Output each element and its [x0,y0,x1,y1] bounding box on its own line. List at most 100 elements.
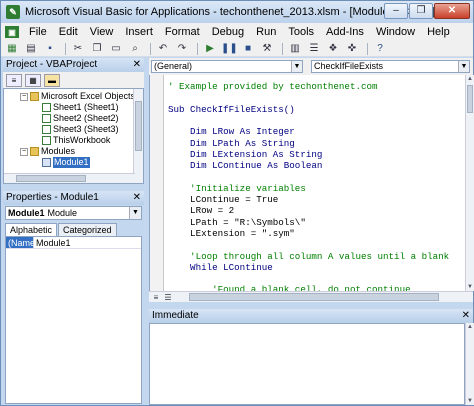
code-editor[interactable]: ' Example provided by techonthenet.com Su… [149,75,465,291]
tree-item-module1[interactable]: Module1 [42,157,90,168]
menu-window[interactable]: Window [370,26,421,38]
tab-alphabetic[interactable]: Alphabetic [5,223,58,236]
property-value[interactable]: Module1 [34,237,71,248]
find-icon[interactable]: ⌕ [127,42,143,56]
scroll-down-icon[interactable]: ▼ [466,284,474,290]
collapse-icon[interactable]: − [20,92,28,101]
code-line[interactable]: LExtension = ".sym" [168,228,295,239]
code-line[interactable]: LRow = 2 [168,205,234,216]
immediate-window[interactable] [149,323,465,405]
chevron-down-icon[interactable]: ▼ [291,61,302,72]
help-icon[interactable]: ? [372,42,388,56]
code-line[interactable]: Dim LPath As String [168,138,295,149]
chevron-down-icon[interactable]: ▼ [458,61,469,72]
close-button[interactable]: ✕ [434,3,470,19]
close-icon[interactable]: ✕ [133,191,141,205]
excel-view-icon[interactable]: ▦ [4,42,20,56]
insert-module-icon[interactable]: ▤ [23,42,39,56]
scroll-down-icon[interactable]: ▼ [466,398,474,404]
save-icon[interactable]: ▪ [42,42,58,56]
run-icon[interactable]: ▶ [202,42,218,56]
property-row[interactable]: (Name) Module1 [6,237,141,249]
procedure-view-icon[interactable]: ≡ [151,293,161,302]
project-title-text: Project - VBAProject [6,59,98,70]
scroll-up-icon[interactable]: ▲ [466,76,474,82]
tree-item-excel-objects[interactable]: − Microsoft Excel Objects [20,91,135,102]
copy-icon[interactable]: ❐ [89,42,105,56]
code-line[interactable]: LPath = "R:\Symbols\" [168,217,306,228]
menu-view[interactable]: View [84,26,120,38]
paste-icon[interactable]: ▭ [108,42,124,56]
project-tree[interactable]: − Microsoft Excel Objects Sheet1 (Sheet1… [3,88,144,184]
menu-format[interactable]: Format [159,26,206,38]
reset-icon[interactable]: ■ [240,42,256,56]
code-line[interactable]: Dim LContinue As Boolean [168,160,322,171]
chevron-down-icon[interactable]: ▼ [129,207,141,219]
full-module-view-icon[interactable]: ☰ [163,293,173,302]
code-line[interactable]: 'Initialize variables [168,183,306,194]
scroll-thumb[interactable] [16,175,86,182]
close-icon[interactable]: ✕ [462,309,470,323]
minimize-button[interactable]: – [384,3,408,19]
code-line[interactable]: 'Found a blank cell, do not continue [168,284,411,291]
immediate-pane-title: Immediate ✕ [149,309,473,323]
tree-item-sheet2[interactable]: Sheet2 (Sheet2) [42,113,119,124]
tab-categorized[interactable]: Categorized [58,223,117,236]
project-horizontal-scrollbar[interactable] [4,173,135,183]
menu-add-ins[interactable]: Add-Ins [320,26,370,38]
code-window-header: (General) ▼ CheckIfFileExists ▼ [149,58,473,75]
code-horizontal-scrollbar[interactable]: ≡ ☰ [149,291,473,302]
scroll-thumb[interactable] [467,85,473,113]
menu-edit[interactable]: Edit [53,26,84,38]
tree-item-thisworkbook[interactable]: ThisWorkbook [42,135,110,146]
menu-insert[interactable]: Insert [119,26,159,38]
code-line[interactable]: ' Example provided by techonthenet.com [168,81,378,92]
project-vertical-scrollbar[interactable] [133,89,143,183]
menu-run[interactable]: Run [250,26,282,38]
close-icon[interactable]: ✕ [133,58,141,72]
restore-button[interactable]: ❐ [409,3,433,19]
tree-item-modules[interactable]: − Modules [20,146,75,157]
module-menu-icon[interactable]: ▣ [5,26,19,38]
redo-icon[interactable]: ↷ [174,42,190,56]
code-line[interactable]: Dim LRow As Integer [168,126,295,137]
collapse-icon[interactable]: − [20,147,28,156]
code-line[interactable]: LContinue = True [168,194,278,205]
view-code-icon[interactable]: ≡ [6,73,22,87]
scroll-up-icon[interactable]: ▲ [466,324,474,330]
code-line[interactable]: 'Loop through all column A values until … [168,251,449,262]
code-vertical-scrollbar[interactable]: ▲ ▼ [465,75,474,291]
vba-app-icon[interactable]: ✎ [6,5,20,19]
procedure-select-value: CheckIfFileExists [314,61,384,71]
object-select[interactable]: (General) ▼ [151,60,303,73]
toggle-folders-icon[interactable]: ▬ [44,73,60,87]
code-line[interactable]: Sub CheckIfFileExists() [168,104,295,115]
tree-item-sheet1[interactable]: Sheet1 (Sheet1) [42,102,119,113]
properties-object-select[interactable]: Module1 Module ▼ [5,206,142,220]
code-margin[interactable] [150,75,164,291]
object-type: Module [47,208,78,218]
tree-item-sheet3[interactable]: Sheet3 (Sheet3) [42,124,119,135]
cut-icon[interactable]: ✂ [70,42,86,56]
procedure-select[interactable]: CheckIfFileExists ▼ [311,60,470,73]
tree-item-label: Sheet3 (Sheet3) [53,124,119,134]
code-line[interactable]: While LContinue [168,262,273,273]
object-browser-icon[interactable]: ❖ [325,42,341,56]
toolbox-icon[interactable]: ✜ [344,42,360,56]
view-object-icon[interactable]: ▦ [25,73,41,87]
scroll-thumb[interactable] [135,101,142,151]
toolbar-separator [282,42,283,55]
menu-help[interactable]: Help [421,26,456,38]
menu-tools[interactable]: Tools [282,26,320,38]
undo-icon[interactable]: ↶ [155,42,171,56]
scroll-thumb[interactable] [189,293,439,301]
menu-file[interactable]: File [23,26,53,38]
code-line[interactable]: Dim LExtension As String [168,149,322,160]
menu-debug[interactable]: Debug [206,26,250,38]
break-icon[interactable]: ❚❚ [221,42,238,56]
properties-icon[interactable]: ☰ [306,42,322,56]
project-explorer-icon[interactable]: ▥ [287,42,303,56]
vba-editor-window: ✎ Microsoft Visual Basic for Application… [0,0,474,406]
immediate-vertical-scrollbar[interactable]: ▲ ▼ [465,323,474,405]
design-mode-icon[interactable]: ⚒ [259,42,275,56]
